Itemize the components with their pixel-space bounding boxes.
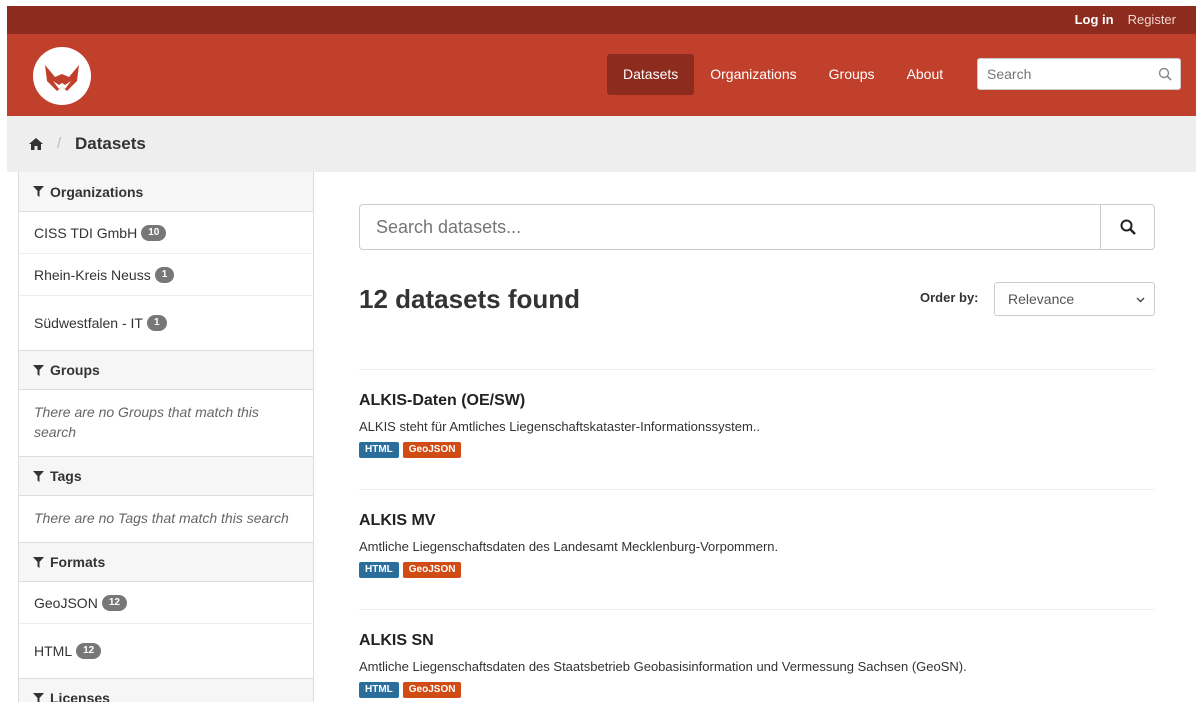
- facet-heading-formats: Formats: [19, 542, 313, 582]
- funnel-icon: [33, 692, 44, 702]
- format-tag-html[interactable]: HTML: [359, 442, 399, 458]
- dataset-search: [359, 204, 1155, 250]
- dataset-description: ALKIS steht für Amtliches Liegenschaftsk…: [359, 419, 761, 434]
- count-badge: 10: [141, 224, 167, 241]
- funnel-icon: [33, 470, 44, 482]
- facet-sidebar: Organizations CISS TDI GmbH 10 Rhein-Kre…: [18, 172, 314, 702]
- dataset-title[interactable]: ALKIS-Daten (OE/SW): [359, 392, 1155, 410]
- dataset-item: ALKIS-Daten (OE/SW) ALKIS steht für Amtl…: [359, 369, 1155, 489]
- facet-item-organization[interactable]: CISS TDI GmbH 10: [19, 212, 313, 254]
- search-icon: [1120, 219, 1136, 235]
- tags-empty-note: There are no Tags that match this search: [34, 510, 289, 526]
- breadcrumb: / Datasets: [7, 116, 1196, 172]
- dataset-search-input[interactable]: [360, 205, 1100, 249]
- format-tag-html[interactable]: HTML: [359, 562, 399, 578]
- dataset-list: ALKIS-Daten (OE/SW) ALKIS steht für Amtl…: [359, 369, 1155, 702]
- facet-heading-licenses: Licenses: [19, 678, 313, 702]
- register-link[interactable]: Register: [1128, 12, 1176, 27]
- format-tag-geojson[interactable]: GeoJSON: [402, 562, 462, 578]
- site-search-input[interactable]: [978, 59, 1148, 89]
- facet-item-organization[interactable]: Rhein-Kreis Neuss 1: [19, 254, 313, 296]
- masthead: Datasets Organizations Groups About: [7, 34, 1196, 116]
- dataset-description: Amtliche Liegenschaftsdaten des Landesam…: [359, 539, 779, 554]
- dataset-description: Amtliche Liegenschaftsdaten des Staatsbe…: [359, 659, 967, 674]
- count-badge: 12: [76, 643, 102, 659]
- funnel-icon: [33, 364, 44, 376]
- format-tag-html[interactable]: HTML: [359, 682, 399, 698]
- count-badge: 1: [146, 315, 167, 331]
- dataset-title[interactable]: ALKIS MV: [359, 512, 1155, 530]
- facet-heading-groups: Groups: [19, 350, 313, 390]
- results-count-heading: 12 datasets found: [359, 284, 581, 314]
- account-bar: Log in Register: [7, 6, 1196, 34]
- funnel-icon: [33, 186, 44, 197]
- fox-logo-icon[interactable]: [33, 47, 91, 105]
- facet-item-format[interactable]: GeoJSON 12: [19, 582, 313, 624]
- facet-item-format[interactable]: HTML 12: [19, 624, 313, 678]
- facet-item-organization[interactable]: Südwestfalen - IT 1: [19, 296, 313, 350]
- count-badge: 12: [101, 594, 127, 611]
- breadcrumb-current[interactable]: Datasets: [75, 134, 146, 154]
- main-content: 12 datasets found Order by: Relevance AL…: [315, 172, 1196, 702]
- dataset-search-button[interactable]: [1100, 205, 1154, 249]
- chevron-down-icon: [1136, 297, 1145, 303]
- dataset-item: ALKIS MV Amtliche Liegenschaftsdaten des…: [359, 489, 1155, 609]
- groups-empty-note: There are no Groups that match this sear…: [34, 404, 259, 440]
- facet-heading-organizations: Organizations: [19, 172, 313, 212]
- nav-organizations[interactable]: Organizations: [694, 54, 812, 95]
- breadcrumb-separator: /: [57, 135, 62, 152]
- format-tag-geojson[interactable]: GeoJSON: [402, 442, 462, 458]
- funnel-icon: [33, 556, 44, 568]
- site-search: [977, 58, 1181, 90]
- login-link[interactable]: Log in: [1075, 12, 1114, 27]
- order-by-label: Order by:: [920, 290, 979, 305]
- nav-about[interactable]: About: [891, 54, 960, 95]
- order-by-select[interactable]: Relevance: [994, 282, 1155, 316]
- home-icon[interactable]: [29, 138, 43, 150]
- dataset-item: ALKIS SN Amtliche Liegenschaftsdaten des…: [359, 609, 1155, 702]
- main-nav: Datasets Organizations Groups About: [607, 54, 959, 95]
- nav-datasets[interactable]: Datasets: [607, 54, 695, 95]
- nav-groups[interactable]: Groups: [813, 54, 891, 95]
- count-badge: 1: [154, 266, 175, 283]
- dataset-title[interactable]: ALKIS SN: [359, 632, 1155, 650]
- facet-heading-tags: Tags: [19, 456, 313, 496]
- search-icon[interactable]: [1158, 67, 1172, 81]
- format-tag-geojson[interactable]: GeoJSON: [402, 682, 462, 698]
